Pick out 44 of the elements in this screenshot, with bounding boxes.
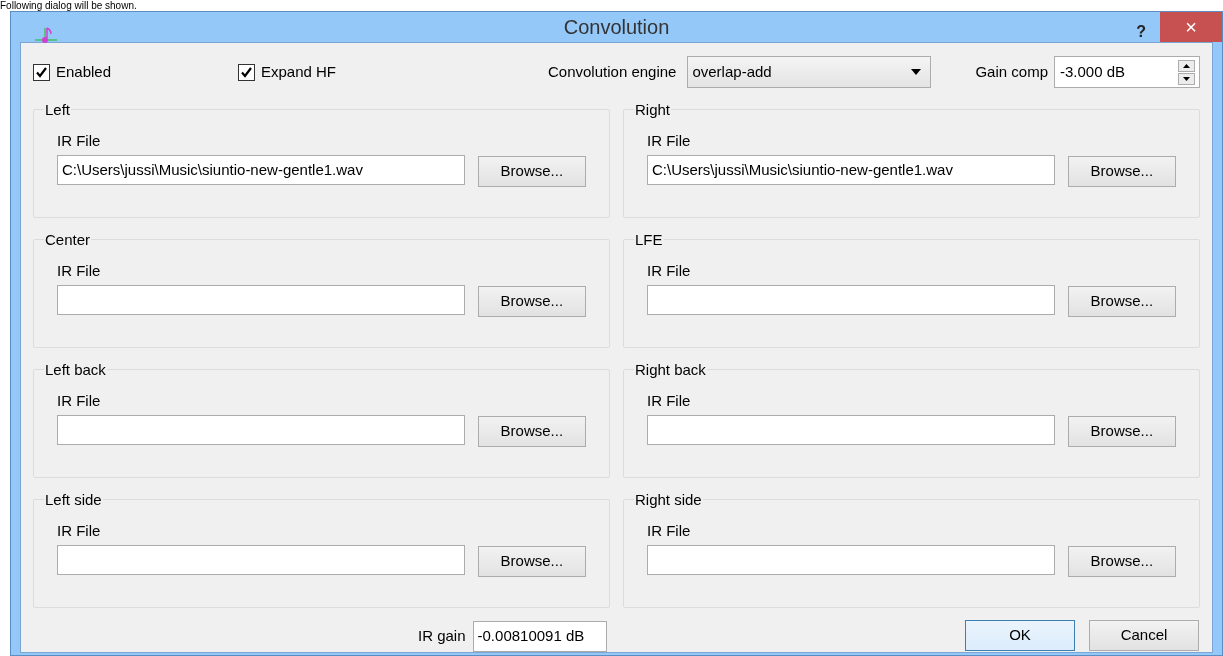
- ir-gain-field[interactable]: -0.00810091 dB: [472, 621, 607, 652]
- field-label: IR File: [647, 521, 692, 538]
- close-button[interactable]: ×: [1160, 12, 1222, 42]
- ir-file-field[interactable]: [647, 285, 1055, 315]
- ir-file-field[interactable]: [647, 545, 1055, 575]
- spin-down-icon[interactable]: [1178, 72, 1195, 85]
- ir-file-field[interactable]: C:\Users\jussi\Music\siuntio-new-gentle1.wav: [647, 155, 1055, 185]
- browse-button[interactable]: Browse...: [477, 286, 586, 317]
- browse-button[interactable]: Browse...: [477, 416, 586, 447]
- ir-file-field[interactable]: [57, 545, 465, 575]
- field-label: IR File: [57, 261, 102, 278]
- field-label: IR File: [647, 391, 692, 408]
- ir-gain-label: IR gain: [418, 626, 466, 647]
- caption-text: Following dialog will be shown.: [0, 0, 137, 11]
- dropdown-caret-icon: [911, 69, 922, 75]
- ir-file-field[interactable]: [647, 415, 1055, 445]
- browse-button[interactable]: Browse...: [477, 546, 586, 577]
- ok-button[interactable]: OK: [965, 620, 1075, 651]
- spin-up-icon[interactable]: [1178, 59, 1195, 72]
- engine-label: Convolution engine: [548, 61, 677, 82]
- ir-file-field[interactable]: [57, 285, 465, 315]
- field-label: IR File: [647, 261, 692, 278]
- field-label: IR File: [57, 521, 102, 538]
- ir-file-field[interactable]: [57, 415, 465, 445]
- ir-file-field[interactable]: C:\Users\jussi\Music\siuntio-new-gentle1.wav: [57, 155, 465, 185]
- browse-button[interactable]: Browse...: [1067, 416, 1176, 447]
- music-note-icon: [33, 24, 59, 46]
- cancel-button[interactable]: Cancel: [1089, 620, 1199, 651]
- browse-button[interactable]: Browse...: [1067, 286, 1176, 317]
- gain-comp-label: Gain comp: [975, 61, 1048, 82]
- field-label: IR File: [57, 131, 102, 148]
- browse-button[interactable]: Browse...: [1067, 156, 1176, 187]
- field-label: IR File: [647, 131, 692, 148]
- help-button[interactable]: ?: [1136, 20, 1146, 44]
- field-label: IR File: [57, 391, 102, 408]
- gain-comp-spinbox[interactable]: -3.000 dB: [1054, 56, 1200, 88]
- checkbox[interactable]: Expand HF: [238, 60, 418, 84]
- checkmark-icon: [35, 65, 48, 79]
- checkmark-icon: [240, 65, 253, 79]
- window-title: Convolution: [563, 15, 670, 40]
- browse-button[interactable]: Browse...: [477, 156, 586, 187]
- engine-dropdown[interactable]: overlap-add: [687, 56, 932, 88]
- browse-button[interactable]: Browse...: [1067, 546, 1176, 577]
- checkbox[interactable]: Enabled: [33, 60, 238, 84]
